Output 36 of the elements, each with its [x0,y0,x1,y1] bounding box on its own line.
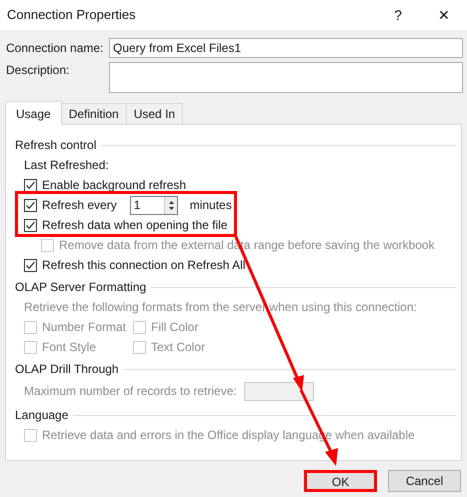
description-field[interactable] [109,62,463,93]
dialog-button[interactable]: OK [304,470,377,492]
section-heading: Language [15,407,68,424]
checkbox-label: Refresh every [42,197,117,214]
window-title: Connection Properties [7,6,137,24]
checkbox-label: Text Color [151,339,206,356]
spin-arrows-icon[interactable] [164,196,177,214]
help-button[interactable]: ? [375,0,421,30]
tab[interactable]: Usage [5,101,62,125]
info-text: Last Refreshed: [24,157,109,174]
checkbox[interactable] [24,178,37,192]
tab[interactable]: Used In [126,103,184,124]
tab[interactable]: Definition [62,103,127,124]
dialog-button[interactable]: Cancel [388,470,461,492]
unit-label: minutes [190,197,232,214]
field-value: 1 [132,197,142,214]
checkbox[interactable] [24,258,37,272]
connection-name-field[interactable]: Query from Excel Files1 [109,38,463,58]
field-label: Maximum number of records to retrieve: [24,383,237,400]
section-heading: OLAP Server Formatting [15,279,146,296]
checkbox-label: Enable background refresh [42,177,186,194]
spin-field[interactable]: 1 [130,196,178,214]
checkbox-label: Fill Color [151,319,198,336]
checkbox[interactable] [24,218,37,232]
field-label: Description: [6,62,70,78]
section-heading: OLAP Drill Through [15,361,119,378]
number-field[interactable] [244,382,314,400]
info-text: Retrieve the following formats from the server when using this connection: [24,299,417,316]
checkbox[interactable] [24,198,37,212]
checkbox-label: Refresh this connection on Refresh All [42,257,246,274]
section-heading: Refresh control [15,137,96,154]
checkbox-label: Refresh data when opening the file [42,217,228,234]
checkbox-label: Number Format [42,319,126,336]
close-button[interactable]: ✕ [421,0,467,30]
field-label: Connection name: [6,40,104,57]
checkbox-label: Font Style [42,339,96,356]
